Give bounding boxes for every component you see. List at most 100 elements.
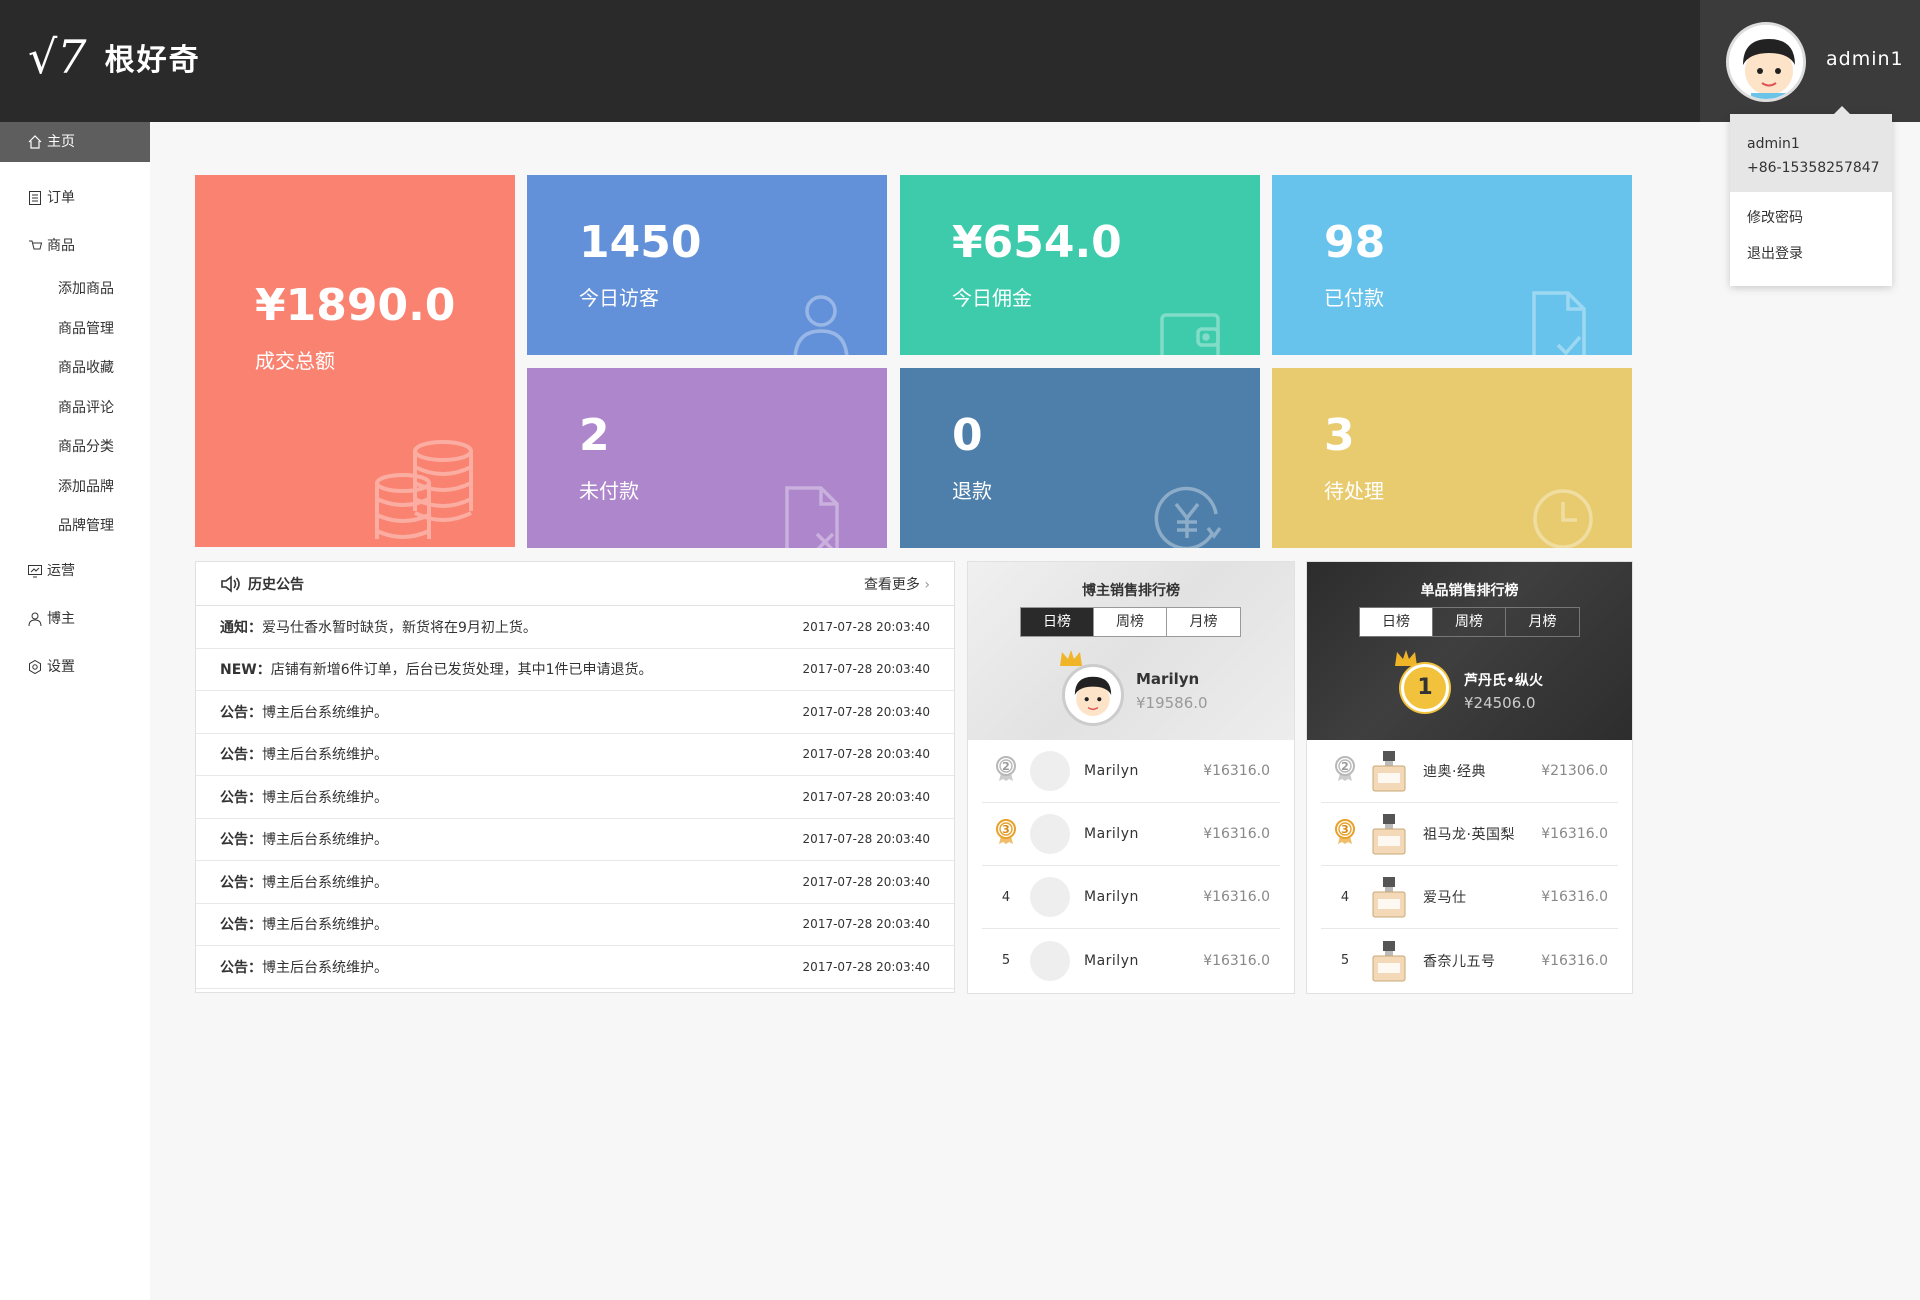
blogger-avatar[interactable] [1030, 877, 1070, 917]
notice-row[interactable]: 公告： 博主后台系统维护。 2017-07-28 20:03:40 [196, 819, 954, 861]
blogger-avatar[interactable] [1030, 940, 1070, 981]
notice-text: 博主后台系统维护。 [262, 959, 388, 976]
sidebar-item-goods[interactable]: 商品 [0, 222, 150, 270]
stat-value: ¥654.0 [952, 217, 1122, 268]
top-blogger-amount: ¥19586.0 [1136, 694, 1208, 712]
perfume-bottle-image [1372, 814, 1406, 855]
stat-tile-visitors[interactable]: 1450 今日访客 [527, 175, 887, 355]
tab-weekly[interactable]: 周榜 [1094, 608, 1167, 636]
notice-row[interactable]: 通知： 爱马仕香水暂时缺货，新货将在9月初上货。 2017-07-28 20:03:… [196, 606, 954, 649]
stat-tile-total[interactable]: ¥1890.0 成交总额 [195, 175, 515, 547]
stat-tile-commission[interactable]: ¥654.0 今日佣金 [900, 175, 1260, 355]
brand-logo[interactable]: √7 根好奇 [28, 34, 201, 80]
rank-row[interactable]: 5 Marilyn ¥16316.0 [982, 929, 1280, 992]
sidebar-item-settings[interactable]: 设置 [0, 643, 150, 691]
notice-row[interactable]: 公告： 博主后台系统维护。 2017-07-28 20:03:40 [196, 904, 954, 946]
sidebar-sub-brand-manage[interactable]: 品牌管理 [0, 507, 150, 547]
sidebar-sub-goods-manage[interactable]: 商品管理 [0, 310, 150, 350]
notice-time: 2017-07-28 20:03:40 [802, 704, 930, 719]
gold-medal-icon: 1 [1401, 664, 1449, 712]
rank-row[interactable]: 3 祖马龙·英国梨 ¥16316.0 [1321, 803, 1618, 866]
user-dropdown: admin1 +86-15358257847 修改密码 退出登录 [1730, 106, 1892, 286]
sidebar-sub-goods-reviews[interactable]: 商品评论 [0, 389, 150, 429]
notice-tag: 通知： [220, 619, 262, 636]
notice-tag: 公告： [220, 789, 262, 806]
rank-number-text: 3 [1002, 823, 1010, 836]
rank-row[interactable]: 3 Marilyn ¥16316.0 [982, 803, 1280, 866]
notice-header: 历史公告 查看更多 › [196, 562, 954, 606]
silver-medal-icon: 2 [1335, 756, 1355, 781]
sidebar-item-operations[interactable]: 运营 [0, 547, 150, 595]
blogger-rank-panel: 博主销售排行榜 日榜 周榜 月榜 Marilyn ¥19586.0 2 Maril… [967, 561, 1295, 994]
goods-icon [29, 240, 43, 250]
product-rank-header: 单品销售排行榜 日榜 周榜 月榜 1 芦丹氏•纵火 ¥24506.0 [1307, 562, 1632, 740]
blogger-avatar[interactable] [1030, 814, 1070, 854]
notice-row[interactable]: 公告： 博主后台系统维护。 2017-07-28 20:03:40 [196, 776, 954, 819]
notice-row[interactable]: 公告： 博主后台系统维护。 2017-07-28 20:03:40 [196, 734, 954, 776]
sales-amount: ¥16316.0 [1541, 952, 1608, 969]
paid-document-icon [1532, 291, 1586, 355]
tab-daily[interactable]: 日榜 [1360, 608, 1433, 636]
stat-value: 3 [1324, 410, 1355, 461]
sidebar-item-label: 博主 [47, 610, 75, 627]
perfume-bottle-image [1372, 877, 1406, 918]
notice-tag: 公告： [220, 704, 262, 721]
tab-daily[interactable]: 日榜 [1021, 608, 1094, 636]
rank-number: 4 [1340, 889, 1350, 905]
stat-tile-unpaid[interactable]: 2 未付款 [527, 368, 887, 548]
sidebar-item-label: 商品 [47, 238, 75, 254]
rank-row[interactable]: 4 Marilyn ¥16316.0 [982, 866, 1280, 929]
top-blogger-avatar[interactable] [1062, 664, 1124, 726]
speaker-icon [221, 574, 240, 593]
notice-more-link[interactable]: 查看更多 › [864, 574, 930, 594]
notice-row[interactable]: 公告： 博主后台系统维护。 2017-07-28 20:03:40 [196, 691, 954, 734]
sidebar-sub-goods-category[interactable]: 商品分类 [0, 428, 150, 468]
tab-monthly[interactable]: 月榜 [1167, 608, 1240, 636]
notice-time: 2017-07-28 20:03:40 [802, 747, 930, 762]
notice-row[interactable]: NEW： 店铺有新增6件订单，后台已发货处理，其中1件已申请退货。 2017-07-… [196, 649, 954, 691]
notice-time: 2017-07-28 20:03:40 [802, 789, 930, 804]
product-name: 香奈儿五号 [1423, 953, 1496, 970]
top-product-amount: ¥24506.0 [1464, 694, 1536, 712]
stat-label: 退款 [952, 479, 992, 503]
logout-link[interactable]: 退出登录 [1730, 236, 1892, 272]
sidebar-item-orders[interactable]: 订单 [0, 174, 150, 222]
rank-row[interactable]: 2 Marilyn ¥16316.0 [982, 740, 1280, 803]
perfume-bottle-image [1372, 751, 1406, 792]
notice-row[interactable]: 公告： 博主后台系统维护。 2017-07-28 20:03:40 [196, 946, 954, 989]
header-username[interactable]: admin1 [1826, 48, 1904, 70]
sidebar-sub-add-brand[interactable]: 添加品牌 [0, 468, 150, 508]
rank-row[interactable]: 2 迪奥·经典 ¥21306.0 [1321, 740, 1618, 803]
blogger-avatar[interactable] [1030, 751, 1070, 791]
crown-icon [1060, 650, 1082, 666]
stat-tile-paid[interactable]: 98 已付款 [1272, 175, 1632, 355]
notice-text: 博主后台系统维护。 [262, 917, 388, 934]
product-rank-title: 单品销售排行榜 [1420, 583, 1519, 599]
tab-weekly[interactable]: 周榜 [1433, 608, 1506, 636]
user-menu-trigger[interactable]: admin1 [1700, 0, 1920, 122]
stat-tile-pending[interactable]: 3 待处理 [1272, 368, 1632, 548]
rank-number: 2 [1321, 756, 1369, 786]
stat-tile-refund[interactable]: 0 退款 [900, 368, 1260, 548]
sales-amount: ¥16316.0 [1541, 826, 1608, 842]
dropdown-username: admin1 [1747, 136, 1800, 152]
user-avatar[interactable] [1726, 22, 1806, 102]
tab-monthly[interactable]: 月榜 [1506, 608, 1579, 636]
sidebar-sub-add-goods[interactable]: 添加商品 [0, 270, 150, 310]
perfume-bottle-image [1372, 940, 1406, 981]
sidebar-item-label: 设置 [47, 658, 75, 675]
stat-value: 2 [579, 410, 610, 461]
sales-amount: ¥21306.0 [1541, 763, 1608, 779]
notice-list: 通知： 爱马仕香水暂时缺货，新货将在9月初上货。 2017-07-28 20:03:… [196, 606, 954, 989]
blogger-rank-title: 博主销售排行榜 [1082, 583, 1180, 599]
sidebar-item-home[interactable]: 主页 [0, 122, 150, 162]
rank-row[interactable]: 5 香奈儿五号 ¥16316.0 [1321, 929, 1618, 992]
product-name: 迪奥·经典 [1423, 764, 1486, 780]
notice-row[interactable]: 公告： 博主后台系统维护。 2017-07-28 20:03:40 [196, 861, 954, 904]
rank-row[interactable]: 4 爱马仕 ¥16316.0 [1321, 866, 1618, 929]
notice-tag: 公告： [220, 959, 262, 976]
notice-text: 店铺有新增6件订单，后台已发货处理，其中1件已申请退货。 [270, 662, 653, 679]
sidebar-sub-goods-favorites[interactable]: 商品收藏 [0, 349, 150, 389]
sidebar-item-blogger[interactable]: 博主 [0, 595, 150, 643]
change-password-link[interactable]: 修改密码 [1730, 200, 1892, 236]
